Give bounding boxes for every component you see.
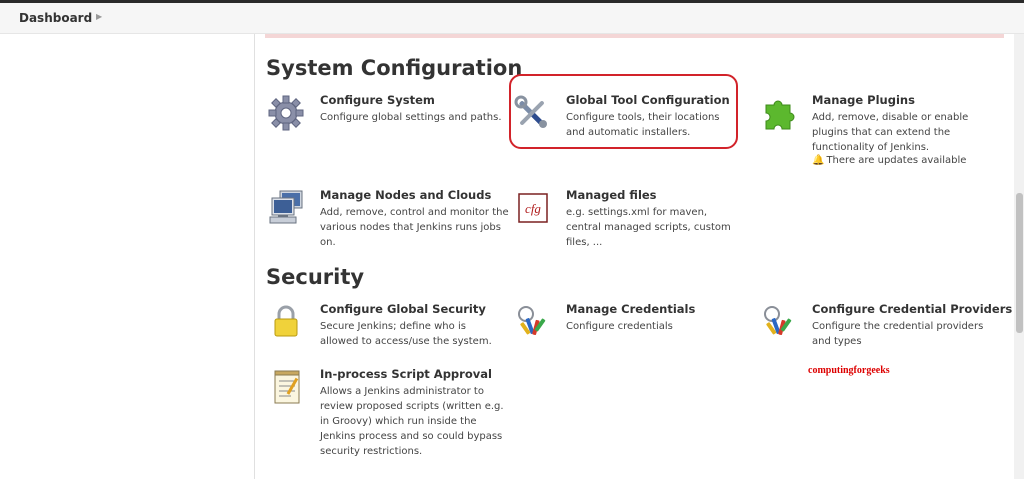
breadcrumb-dashboard[interactable]: Dashboard — [19, 11, 92, 25]
keys-icon — [764, 306, 792, 336]
manage-nodes-title[interactable]: Manage Nodes and Clouds — [320, 188, 491, 202]
cfg-icon-text: cfg — [525, 201, 541, 216]
global-tool-configuration-title[interactable]: Global Tool Configuration — [566, 93, 730, 107]
configure-system-desc: Configure global settings and paths. — [320, 112, 502, 123]
configure-credential-providers-desc: Configure the credential providers and t… — [812, 321, 984, 347]
breadcrumb: Dashboard ▶ — [0, 3, 1024, 34]
section-title-system: System Configuration — [266, 56, 523, 80]
manage-plugins-desc: Add, remove, disable or enable plugins t… — [812, 112, 969, 153]
configure-global-security-title[interactable]: Configure Global Security — [320, 302, 486, 316]
managed-files-desc: e.g. settings.xml for maven, central man… — [566, 207, 731, 248]
updates-notice[interactable]: 🔔 There are updates available — [812, 155, 966, 166]
updates-notice-text: There are updates available — [826, 155, 967, 166]
configure-system-title[interactable]: Configure System — [320, 93, 435, 107]
manage-credentials-desc: Configure credentials — [566, 321, 673, 332]
cfg-icon: cfg — [518, 193, 548, 223]
chevron-right-icon[interactable]: ▶ — [96, 12, 102, 21]
keys-icon — [518, 306, 546, 336]
scrollbar-thumb[interactable] — [1016, 193, 1023, 333]
lock-icon — [274, 305, 298, 337]
notepad-icon — [274, 370, 300, 404]
section-title-security: Security — [266, 265, 365, 289]
watermark: computingforgeeks — [808, 365, 890, 376]
gear-icon — [268, 95, 304, 131]
puzzle-icon — [765, 100, 795, 130]
manage-nodes-desc: Add, remove, control and monitor the var… — [320, 207, 509, 248]
managed-files-title[interactable]: Managed files — [566, 188, 657, 202]
computer-icon — [269, 190, 303, 224]
bell-icon: 🔔 — [812, 155, 825, 166]
global-tool-configuration-desc: Configure tools, their locations and aut… — [566, 112, 720, 138]
configure-credential-providers-title[interactable]: Configure Credential Providers — [812, 302, 1012, 316]
manage-credentials-title[interactable]: Manage Credentials — [566, 302, 695, 316]
sidebar-divider — [254, 34, 255, 479]
tools-icon — [514, 95, 547, 128]
alert-strip — [265, 34, 1004, 38]
script-approval-title[interactable]: In-process Script Approval — [320, 367, 492, 381]
configure-global-security-desc: Secure Jenkins; define who is allowed to… — [320, 321, 492, 347]
script-approval-desc: Allows a Jenkins administrator to review… — [320, 386, 504, 457]
manage-plugins-title[interactable]: Manage Plugins — [812, 93, 915, 107]
